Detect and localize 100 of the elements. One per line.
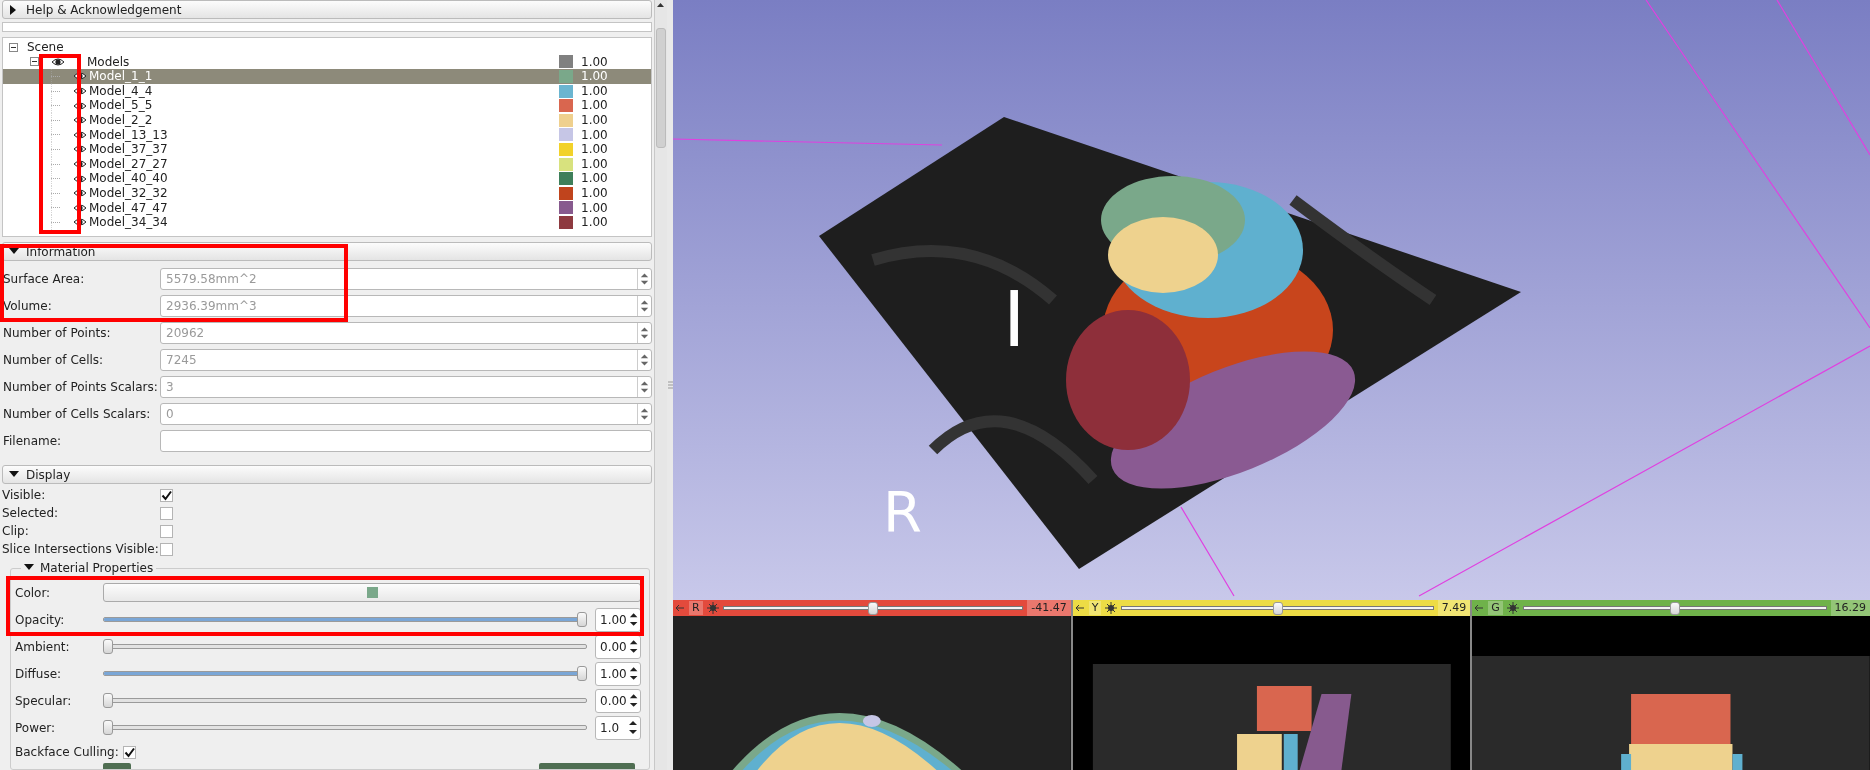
tree-row[interactable]: Models 1.00 — [3, 54, 651, 70]
checkbox[interactable] — [122, 745, 136, 759]
color-swatch[interactable] — [559, 157, 573, 171]
slider-handle[interactable] — [103, 720, 113, 735]
slice-offset-value[interactable]: 16.29 — [1830, 600, 1870, 616]
filter-field[interactable] — [2, 22, 652, 32]
gear-icon[interactable] — [1105, 602, 1118, 614]
spin-box-field[interactable]: 0.00 — [595, 688, 641, 713]
slider-handle[interactable] — [1669, 601, 1680, 615]
tree-branch-line — [51, 141, 63, 157]
field-label: Diffuse: — [15, 666, 63, 681]
slider-track[interactable] — [103, 639, 587, 654]
tree-label: Model_27_27 — [89, 156, 169, 172]
material-preview-image — [103, 763, 131, 769]
tree-label: Model_34_34 — [89, 215, 169, 230]
field-label: Opacity: — [15, 612, 66, 627]
color-swatch[interactable] — [559, 172, 573, 186]
checkbox-label: Visible: — [2, 488, 47, 502]
tree-label: Model_32_32 — [89, 185, 169, 201]
section-title[interactable]: Help & Acknowledgement — [26, 2, 182, 17]
color-swatch[interactable] — [559, 84, 573, 98]
slider-track[interactable] — [103, 720, 587, 735]
color-swatch[interactable] — [559, 55, 573, 69]
color-swatch[interactable] — [559, 70, 573, 83]
checkbox[interactable] — [160, 506, 173, 520]
tree-branch-line — [51, 171, 63, 187]
opacity-value[interactable]: 1.00 — [581, 54, 621, 70]
spin-box-field[interactable]: 0.00 — [595, 634, 641, 659]
slice-letter-label[interactable]: R — [689, 601, 703, 615]
color-swatch[interactable] — [559, 113, 573, 127]
field-label: Number of Cells: — [3, 352, 105, 367]
slice-letter-label[interactable]: Y — [1088, 601, 1102, 615]
opacity-value[interactable]: 1.00 — [581, 127, 621, 143]
tree-branch-line — [51, 127, 63, 143]
opacity-value[interactable]: 1.00 — [581, 171, 621, 186]
slice-letter-label[interactable]: G — [1488, 601, 1503, 615]
section-title[interactable]: Information — [26, 244, 96, 259]
scrollbar-thumb[interactable] — [656, 28, 666, 148]
color-swatch[interactable] — [559, 215, 573, 229]
tree-label: Model_1_1 — [89, 69, 154, 84]
checkbox[interactable] — [160, 524, 173, 538]
slider-handle[interactable] — [103, 693, 113, 708]
slice-offset-value[interactable]: 7.49 — [1437, 600, 1471, 616]
color-swatch[interactable] — [559, 99, 573, 113]
tree-branch-line — [51, 112, 63, 128]
tree-row[interactable]: Scene — [3, 40, 651, 55]
field-label: Surface Area: — [3, 271, 86, 286]
opacity-value[interactable]: 1.00 — [581, 98, 621, 113]
field-label: Power: — [15, 720, 57, 735]
field-label: Ambient: — [15, 639, 71, 654]
opacity-value[interactable]: 1.00 — [581, 215, 621, 230]
slice-offset-value[interactable]: -41.47 — [1027, 600, 1071, 616]
orientation-label: R — [883, 484, 922, 540]
pin-icon[interactable] — [1474, 603, 1485, 613]
opacity-value[interactable]: 1.00 — [581, 200, 621, 216]
slider-handle[interactable] — [577, 666, 587, 681]
slider-handle[interactable] — [1272, 601, 1283, 615]
slider-track[interactable] — [103, 693, 587, 708]
color-swatch[interactable] — [559, 128, 573, 142]
tree-branch-line — [51, 83, 63, 99]
spin-box-field[interactable]: 1.00 — [595, 661, 641, 686]
slider-handle[interactable] — [577, 612, 587, 627]
pin-icon[interactable] — [1074, 603, 1085, 613]
opacity-value[interactable]: 1.00 — [581, 83, 621, 99]
tree-branch-line — [51, 69, 63, 84]
checkbox-label: Selected: — [2, 506, 60, 520]
field-label: Number of Points Scalars: — [3, 379, 159, 394]
splitter-handle-icon[interactable] — [667, 381, 673, 389]
color-swatch[interactable] — [559, 201, 573, 215]
slider-handle[interactable] — [103, 639, 113, 654]
checkbox[interactable] — [160, 488, 173, 502]
eye-icon[interactable] — [51, 56, 65, 67]
tree-branch-line — [51, 185, 63, 201]
color-swatch[interactable] — [559, 186, 573, 200]
gear-icon[interactable] — [1506, 602, 1519, 614]
checkbox-label: Slice Intersections Visible: — [2, 542, 160, 556]
opacity-value[interactable]: 1.00 — [581, 112, 621, 128]
section-title[interactable]: Display — [26, 467, 71, 482]
opacity-value[interactable]: 1.00 — [581, 142, 621, 157]
tree-label: Model_37_37 — [89, 142, 169, 157]
slider-track[interactable] — [103, 612, 587, 627]
color-swatch[interactable] — [559, 142, 573, 156]
color-picker-button[interactable] — [103, 583, 641, 602]
field-label: Number of Cells Scalars: — [3, 406, 152, 421]
collapse-icon[interactable] — [9, 42, 18, 52]
collapse-icon[interactable] — [30, 57, 39, 67]
spin-box-field[interactable]: 1.00 — [595, 607, 641, 632]
opacity-value[interactable]: 1.00 — [581, 156, 621, 172]
group-title[interactable]: Material Properties — [40, 560, 154, 576]
opacity-value[interactable]: 1.00 — [581, 185, 621, 201]
tree-branch-line — [51, 200, 63, 216]
checkbox-label: Clip: — [2, 524, 30, 538]
slider-track[interactable] — [103, 666, 587, 681]
spin-box-field[interactable]: 1.0 — [595, 715, 641, 740]
slider-handle[interactable] — [867, 601, 878, 615]
tree-label: Model_47_47 — [89, 200, 169, 216]
checkbox[interactable] — [160, 542, 173, 556]
text-field[interactable] — [160, 429, 652, 452]
checkbox-label: Backface Culling: — [15, 745, 119, 759]
scroll-up-arrow-icon[interactable] — [655, 0, 666, 10]
